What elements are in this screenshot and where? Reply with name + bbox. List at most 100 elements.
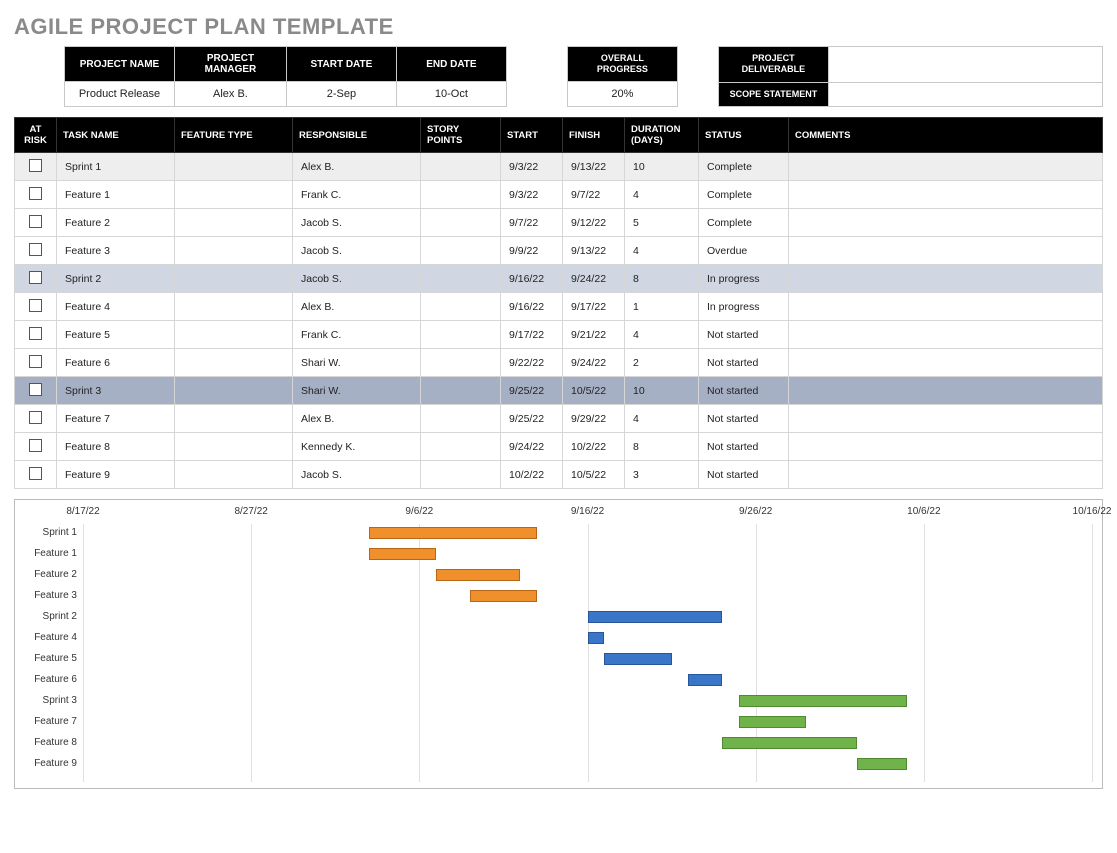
cell-status[interactable]: In progress xyxy=(699,265,789,293)
cell-task[interactable]: Feature 4 xyxy=(57,293,175,321)
val-start-date[interactable]: 2-Sep xyxy=(286,82,396,107)
cell-status[interactable]: Complete xyxy=(699,153,789,181)
cell-task[interactable]: Sprint 2 xyxy=(57,265,175,293)
cell-story-points[interactable] xyxy=(421,293,501,321)
cell-story-points[interactable] xyxy=(421,433,501,461)
cell-responsible[interactable]: Kennedy K. xyxy=(293,433,421,461)
cell-start[interactable]: 9/7/22 xyxy=(501,209,563,237)
cell-duration[interactable]: 1 xyxy=(625,293,699,321)
cell-duration[interactable]: 5 xyxy=(625,209,699,237)
cell-start[interactable]: 9/9/22 xyxy=(501,237,563,265)
cell-finish[interactable]: 9/24/22 xyxy=(563,265,625,293)
checkbox-icon[interactable] xyxy=(29,243,42,256)
checkbox-icon[interactable] xyxy=(29,327,42,340)
cell-comments[interactable] xyxy=(789,377,1103,405)
cell-start[interactable]: 9/25/22 xyxy=(501,405,563,433)
cell-feature-type[interactable] xyxy=(175,209,293,237)
cell-start[interactable]: 9/16/22 xyxy=(501,265,563,293)
cell-responsible[interactable]: Jacob S. xyxy=(293,237,421,265)
cell-status[interactable]: Not started xyxy=(699,321,789,349)
checkbox-icon[interactable] xyxy=(29,467,42,480)
checkbox-icon[interactable] xyxy=(29,159,42,172)
cell-status[interactable]: Not started xyxy=(699,405,789,433)
cell-responsible[interactable]: Jacob S. xyxy=(293,461,421,489)
cell-finish[interactable]: 9/7/22 xyxy=(563,181,625,209)
cell-story-points[interactable] xyxy=(421,265,501,293)
cell-status[interactable]: Not started xyxy=(699,461,789,489)
cell-story-points[interactable] xyxy=(421,237,501,265)
cell-task[interactable]: Feature 2 xyxy=(57,209,175,237)
cell-finish[interactable]: 9/17/22 xyxy=(563,293,625,321)
cell-task[interactable]: Feature 6 xyxy=(57,349,175,377)
cell-responsible[interactable]: Shari W. xyxy=(293,349,421,377)
cell-duration[interactable]: 10 xyxy=(625,377,699,405)
cell-start[interactable]: 9/22/22 xyxy=(501,349,563,377)
cell-duration[interactable]: 10 xyxy=(625,153,699,181)
cell-comments[interactable] xyxy=(789,461,1103,489)
cell-start[interactable]: 9/24/22 xyxy=(501,433,563,461)
cell-task[interactable]: Sprint 1 xyxy=(57,153,175,181)
cell-finish[interactable]: 9/24/22 xyxy=(563,349,625,377)
checkbox-icon[interactable] xyxy=(29,271,42,284)
val-end-date[interactable]: 10-Oct xyxy=(396,82,506,107)
cell-responsible[interactable]: Jacob S. xyxy=(293,209,421,237)
cell-status[interactable]: In progress xyxy=(699,293,789,321)
cell-comments[interactable] xyxy=(789,237,1103,265)
cell-comments[interactable] xyxy=(789,293,1103,321)
cell-finish[interactable]: 9/12/22 xyxy=(563,209,625,237)
cell-feature-type[interactable] xyxy=(175,265,293,293)
cell-feature-type[interactable] xyxy=(175,349,293,377)
val-project-name[interactable]: Product Release xyxy=(65,82,175,107)
checkbox-icon[interactable] xyxy=(29,299,42,312)
cell-story-points[interactable] xyxy=(421,181,501,209)
cell-duration[interactable]: 4 xyxy=(625,405,699,433)
cell-comments[interactable] xyxy=(789,181,1103,209)
cell-status[interactable]: Complete xyxy=(699,181,789,209)
val-project-manager[interactable]: Alex B. xyxy=(175,82,287,107)
cell-task[interactable]: Feature 7 xyxy=(57,405,175,433)
cell-start[interactable]: 10/2/22 xyxy=(501,461,563,489)
cell-comments[interactable] xyxy=(789,349,1103,377)
cell-comments[interactable] xyxy=(789,321,1103,349)
cell-finish[interactable]: 10/5/22 xyxy=(563,461,625,489)
cell-status[interactable]: Not started xyxy=(699,433,789,461)
cell-duration[interactable]: 8 xyxy=(625,265,699,293)
cell-task[interactable]: Feature 8 xyxy=(57,433,175,461)
cell-comments[interactable] xyxy=(789,433,1103,461)
cell-finish[interactable]: 9/13/22 xyxy=(563,153,625,181)
cell-finish[interactable]: 9/13/22 xyxy=(563,237,625,265)
cell-duration[interactable]: 8 xyxy=(625,433,699,461)
cell-story-points[interactable] xyxy=(421,209,501,237)
cell-duration[interactable]: 4 xyxy=(625,181,699,209)
cell-duration[interactable]: 4 xyxy=(625,321,699,349)
cell-feature-type[interactable] xyxy=(175,321,293,349)
cell-start[interactable]: 9/25/22 xyxy=(501,377,563,405)
checkbox-icon[interactable] xyxy=(29,187,42,200)
cell-story-points[interactable] xyxy=(421,377,501,405)
cell-feature-type[interactable] xyxy=(175,293,293,321)
cell-responsible[interactable]: Shari W. xyxy=(293,377,421,405)
cell-comments[interactable] xyxy=(789,209,1103,237)
cell-feature-type[interactable] xyxy=(175,153,293,181)
cell-comments[interactable] xyxy=(789,405,1103,433)
cell-comments[interactable] xyxy=(789,265,1103,293)
cell-duration[interactable]: 3 xyxy=(625,461,699,489)
cell-start[interactable]: 9/3/22 xyxy=(501,153,563,181)
cell-finish[interactable]: 10/5/22 xyxy=(563,377,625,405)
cell-duration[interactable]: 2 xyxy=(625,349,699,377)
cell-finish[interactable]: 9/29/22 xyxy=(563,405,625,433)
cell-status[interactable]: Complete xyxy=(699,209,789,237)
checkbox-icon[interactable] xyxy=(29,215,42,228)
cell-task[interactable]: Sprint 3 xyxy=(57,377,175,405)
cell-story-points[interactable] xyxy=(421,153,501,181)
cell-responsible[interactable]: Alex B. xyxy=(293,153,421,181)
cell-feature-type[interactable] xyxy=(175,237,293,265)
val-scope-statement[interactable] xyxy=(828,82,1102,106)
cell-feature-type[interactable] xyxy=(175,377,293,405)
cell-start[interactable]: 9/17/22 xyxy=(501,321,563,349)
cell-status[interactable]: Overdue xyxy=(699,237,789,265)
cell-start[interactable]: 9/16/22 xyxy=(501,293,563,321)
cell-comments[interactable] xyxy=(789,153,1103,181)
cell-feature-type[interactable] xyxy=(175,181,293,209)
cell-responsible[interactable]: Jacob S. xyxy=(293,265,421,293)
